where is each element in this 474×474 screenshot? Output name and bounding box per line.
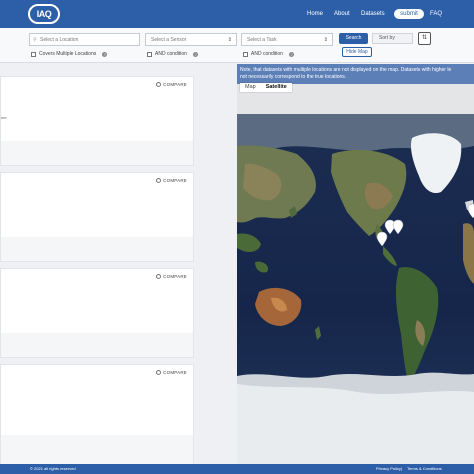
nav-submit-button[interactable]: submit	[394, 9, 424, 19]
world-map[interactable]	[237, 84, 474, 464]
card-snippet: ner	[1, 115, 7, 120]
card-footer	[1, 237, 193, 261]
site-logo[interactable]: IAQ	[28, 4, 60, 24]
map-notice-line-1: Note, that datasets with multiple locati…	[240, 67, 452, 73]
task-select[interactable]: Select a Task ⇕	[241, 33, 333, 46]
task-and-checkbox[interactable]: AND condition ?	[243, 51, 294, 57]
site-footer: © 2021 all rights reserved Privacy Polic…	[0, 464, 474, 474]
updown-caret-icon: ⇕	[227, 37, 232, 43]
location-select[interactable]: ⚲ Select a Location	[29, 33, 140, 46]
copyright-text: © 2021 all rights reserved	[30, 466, 76, 471]
top-navbar: IAQ Home About Datasets submit FAQ	[0, 0, 474, 28]
footer-separator: |	[401, 466, 403, 471]
compare-toggle[interactable]: COMPARE	[156, 178, 187, 183]
compare-label: COMPARE	[163, 178, 187, 183]
compare-label: COMPARE	[163, 274, 187, 279]
sensor-placeholder: Select a Sensor	[151, 37, 187, 43]
nav-about[interactable]: About	[334, 11, 350, 17]
compare-radio-icon	[156, 370, 162, 375]
help-icon[interactable]: ?	[288, 51, 294, 57]
location-placeholder: Select a Location	[40, 37, 79, 43]
nav-home[interactable]: Home	[307, 11, 323, 17]
updown-caret-icon: ⇕	[323, 37, 328, 43]
checkbox-icon	[147, 51, 152, 57]
help-icon[interactable]: ?	[102, 51, 108, 57]
map-notice-banner: Note, that datasets with multiple locati…	[237, 64, 474, 84]
map-type-satellite[interactable]: Satellite	[261, 83, 292, 92]
map-notice-line-2: not necessarily correspond to the true l…	[240, 74, 347, 80]
hide-map-button[interactable]: Hide Map	[342, 47, 372, 57]
map-type-map[interactable]: Map	[240, 83, 261, 92]
nav-datasets[interactable]: Datasets	[361, 11, 385, 17]
result-card[interactable]: COMPARE	[0, 268, 194, 358]
card-footer	[1, 435, 193, 464]
compare-toggle[interactable]: COMPARE	[156, 274, 187, 279]
covers-multiple-checkbox[interactable]: Covers Multiple Locations ?	[31, 51, 108, 57]
sensor-and-checkbox[interactable]: AND condition ?	[147, 51, 198, 57]
sort-order-icon[interactable]: ⇅	[418, 32, 431, 45]
card-footer	[1, 141, 193, 165]
card-footer	[1, 333, 193, 357]
and-condition-label: AND condition	[251, 51, 283, 57]
compare-label: COMPARE	[163, 370, 187, 375]
terms-link[interactable]: Terms & Conditions	[407, 464, 442, 474]
checkbox-icon	[31, 51, 36, 57]
satellite-map-image	[237, 84, 474, 464]
sensor-select[interactable]: Select a Sensor ⇕	[145, 33, 237, 46]
map-type-toggle: Map Satellite	[240, 83, 292, 92]
sort-by-placeholder: Sort by	[379, 35, 395, 41]
sort-by-select[interactable]: Sort by	[372, 33, 413, 44]
compare-radio-icon	[156, 178, 162, 183]
result-card[interactable]: ner COMPARE	[0, 76, 194, 166]
help-icon[interactable]: ?	[192, 51, 198, 57]
compare-radio-icon	[156, 82, 162, 87]
checkbox-icon	[243, 51, 248, 57]
search-icon: ⚲	[33, 37, 37, 43]
covers-multiple-label: Covers Multiple Locations	[39, 51, 97, 57]
compare-radio-icon	[156, 274, 162, 279]
result-card[interactable]: COMPARE	[0, 172, 194, 262]
result-card[interactable]: COMPARE	[0, 364, 194, 464]
and-condition-label: AND condition	[155, 51, 187, 57]
task-placeholder: Select a Task	[247, 37, 277, 43]
results-list: ner COMPARE COMPARE COMPARE COMPARE	[0, 64, 236, 464]
search-button[interactable]: Search	[339, 33, 368, 44]
compare-label: COMPARE	[163, 82, 187, 87]
compare-toggle[interactable]: COMPARE	[156, 370, 187, 375]
privacy-policy-link[interactable]: Privacy Policy	[376, 464, 401, 474]
compare-toggle[interactable]: COMPARE	[156, 82, 187, 87]
nav-faq[interactable]: FAQ	[430, 11, 442, 17]
